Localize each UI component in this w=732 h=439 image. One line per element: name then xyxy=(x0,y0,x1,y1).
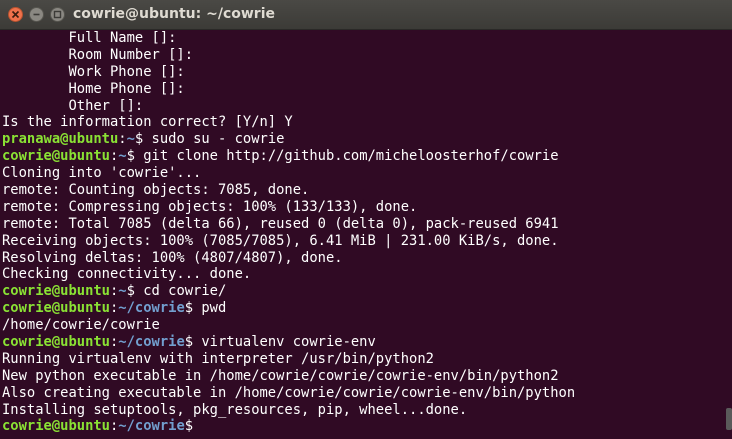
prompt-path: ~ xyxy=(118,283,127,300)
title-bar[interactable]: cowrie@ubuntu: ~/cowrie xyxy=(0,0,732,30)
prompt-line: cowrie@ubuntu:~/cowrie$ pwd xyxy=(2,300,730,317)
prompt-user: pranawa@ubuntu xyxy=(2,131,119,148)
prompt-separator: : xyxy=(118,131,127,148)
prompt-user: cowrie@ubuntu xyxy=(2,300,110,317)
output-line: New python executable in /home/cowrie/co… xyxy=(2,367,559,384)
prompt-path: ~ xyxy=(118,148,127,165)
command-text: $ pwd xyxy=(184,300,227,317)
output-line: remote: Compressing objects: 100% (133/1… xyxy=(2,198,418,215)
output-line: Installing setuptools, pkg_resources, pi… xyxy=(2,401,468,418)
window-title: cowrie@ubuntu: ~/cowrie xyxy=(73,6,275,22)
command-text: $ cd cowrie/ xyxy=(126,283,227,300)
output-line: Is the information correct? [Y/n] Y xyxy=(2,114,293,131)
prompt-path: ~/cowrie xyxy=(118,334,185,351)
minimize-icon[interactable] xyxy=(29,7,44,22)
output-line: /home/cowrie/cowrie xyxy=(2,317,160,334)
prompt-user: cowrie@ubuntu xyxy=(2,283,110,300)
prompt-path: ~/cowrie xyxy=(118,300,185,317)
terminal-output[interactable]: Full Name []: Room Number []: Work Phone… xyxy=(2,30,730,439)
output-line: Other []: xyxy=(2,97,144,114)
output-line: Receiving objects: 100% (7085/7085), 6.4… xyxy=(2,232,559,249)
output-line: Resolving deltas: 100% (4807/4807), done… xyxy=(2,249,343,266)
output-line: remote: Total 7085 (delta 66), reused 0 … xyxy=(2,215,559,232)
prompt-line: cowrie@ubuntu:~$ cd cowrie/ xyxy=(2,283,730,300)
close-icon[interactable] xyxy=(8,7,23,22)
prompt-line: cowrie@ubuntu:~/cowrie$ xyxy=(2,418,730,435)
command-text: $ xyxy=(184,418,202,435)
command-text: $ git clone http://github.com/micheloost… xyxy=(126,148,559,165)
scrollbar[interactable] xyxy=(726,408,732,430)
prompt-line: pranawa@ubuntu:~$ sudo su - cowrie xyxy=(2,131,730,148)
prompt-line: cowrie@ubuntu:~/cowrie$ virtualenv cowri… xyxy=(2,334,730,351)
command-text: $ virtualenv cowrie-env xyxy=(184,334,376,351)
prompt-path: ~ xyxy=(126,131,135,148)
prompt-user: cowrie@ubuntu xyxy=(2,334,110,351)
terminal-window: cowrie@ubuntu: ~/cowrie Full Name []: Ro… xyxy=(0,0,732,439)
output-line: Checking connectivity... done. xyxy=(2,266,252,283)
output-line: Work Phone []: xyxy=(2,63,185,80)
prompt-user: cowrie@ubuntu xyxy=(2,418,110,435)
maximize-icon[interactable] xyxy=(50,7,65,22)
output-line: Also creating executable in /home/cowrie… xyxy=(2,384,576,401)
output-line: Home Phone []: xyxy=(2,80,185,97)
prompt-path: ~/cowrie xyxy=(118,418,185,435)
prompt-line: cowrie@ubuntu:~$ git clone http://github… xyxy=(2,148,730,165)
command-text: $ sudo su - cowrie xyxy=(134,131,285,148)
output-line: remote: Counting objects: 7085, done. xyxy=(2,182,310,199)
prompt-user: cowrie@ubuntu xyxy=(2,148,110,165)
output-line: Cloning into 'cowrie'... xyxy=(2,165,202,182)
output-line: Running virtualenv with interpreter /usr… xyxy=(2,350,434,367)
output-line: Room Number []: xyxy=(2,46,194,63)
output-line: Full Name []: xyxy=(2,30,177,46)
